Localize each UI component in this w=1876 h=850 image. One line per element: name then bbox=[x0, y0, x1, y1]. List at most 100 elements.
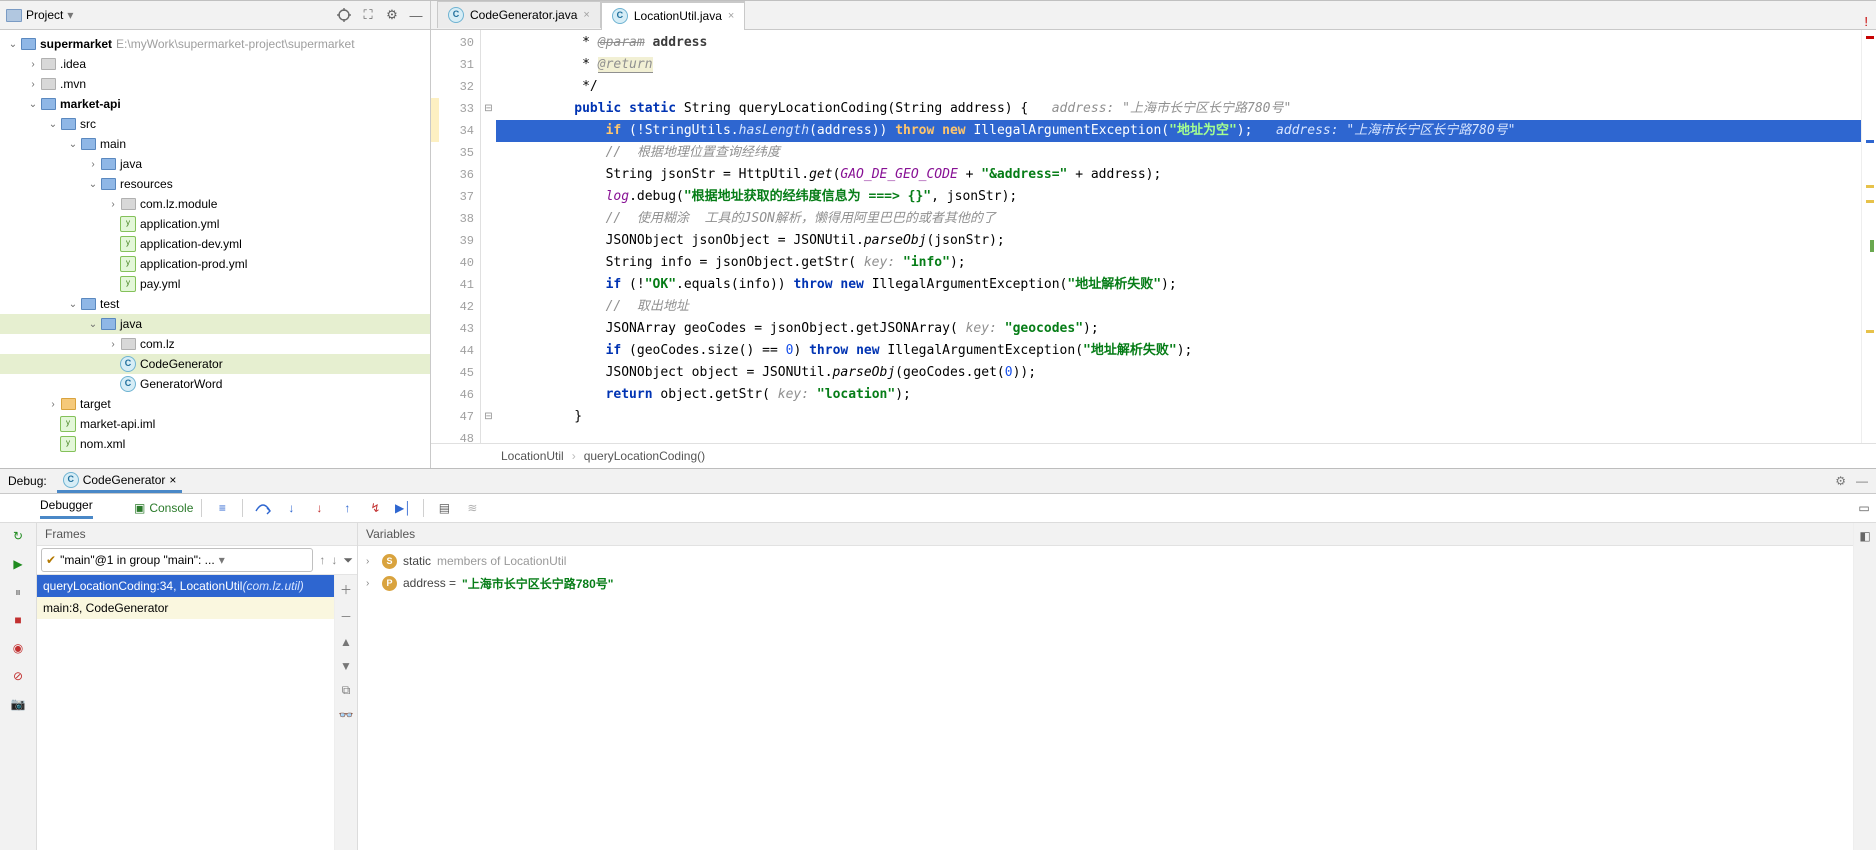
chevron-icon[interactable]: ⌄ bbox=[86, 319, 100, 330]
tree-node[interactable]: ypay.yml bbox=[0, 274, 430, 294]
copy-icon[interactable]: ⧉ bbox=[342, 683, 351, 698]
subtab-console[interactable]: ▣ Console bbox=[134, 501, 193, 515]
tree-node[interactable]: ⌄src bbox=[0, 114, 430, 134]
chevron-icon[interactable]: › bbox=[106, 339, 120, 350]
breadcrumb-item[interactable]: LocationUtil bbox=[501, 449, 564, 463]
fold-gutter[interactable]: ⊟⊟ bbox=[481, 30, 496, 443]
tree-node[interactable]: ›com.lz bbox=[0, 334, 430, 354]
variables-list[interactable]: ›Sstatic members of LocationUtil›Paddres… bbox=[358, 546, 1853, 850]
tree-node[interactable]: ⌄resources bbox=[0, 174, 430, 194]
project-dropdown[interactable]: Project ▾ bbox=[6, 8, 330, 22]
collapse-icon[interactable]: — bbox=[408, 7, 424, 23]
module-icon bbox=[21, 38, 36, 50]
thread-dropdown[interactable]: ✔ "main"@1 in group "main": ... ▾ bbox=[41, 548, 313, 572]
rerun-icon[interactable]: ↻ bbox=[9, 527, 27, 545]
tree-node[interactable]: CCodeGenerator bbox=[0, 354, 430, 374]
editor-tab[interactable]: CCodeGenerator.java× bbox=[437, 1, 601, 28]
resume-icon[interactable]: ▶ bbox=[9, 555, 27, 573]
chevron-right-icon[interactable]: › bbox=[366, 556, 376, 567]
editor-gutter[interactable]: 30313233343536373839404142434445464748 bbox=[431, 30, 481, 443]
tree-node[interactable]: ⌄main bbox=[0, 134, 430, 154]
restore-layout-icon[interactable]: ◧ bbox=[1859, 529, 1870, 543]
step-over-icon[interactable] bbox=[251, 496, 275, 520]
chevron-icon[interactable]: › bbox=[46, 399, 60, 410]
chevron-icon[interactable]: ⌄ bbox=[46, 119, 60, 130]
tree-node[interactable]: ›java bbox=[0, 154, 430, 174]
debug-config-tab[interactable]: C CodeGenerator × bbox=[57, 470, 183, 493]
frames-list[interactable]: queryLocationCoding:34, LocationUtil (co… bbox=[37, 575, 334, 850]
chevron-icon[interactable]: › bbox=[26, 59, 40, 70]
tree-node[interactable]: yapplication.yml bbox=[0, 214, 430, 234]
tree-node[interactable]: ⌄market-api bbox=[0, 94, 430, 114]
breadcrumb[interactable]: LocationUtil › queryLocationCoding() bbox=[431, 443, 1876, 468]
tree-node[interactable]: ›.mvn bbox=[0, 74, 430, 94]
filter-icon[interactable]: ⏷ bbox=[343, 553, 353, 568]
breadcrumb-item[interactable]: queryLocationCoding() bbox=[584, 449, 705, 463]
pause-icon[interactable]: ⏸ bbox=[9, 583, 27, 601]
error-indicator-icon[interactable]: ! bbox=[1864, 0, 1868, 29]
fold-icon[interactable]: ⊟ bbox=[484, 103, 492, 114]
error-stripe[interactable] bbox=[1861, 30, 1876, 443]
chevron-icon[interactable]: › bbox=[86, 159, 100, 170]
close-icon[interactable]: × bbox=[583, 9, 589, 21]
layout-icon[interactable]: ▭ bbox=[1852, 496, 1876, 520]
remove-icon[interactable]: － bbox=[340, 608, 352, 625]
tree-node[interactable]: yapplication-dev.yml bbox=[0, 234, 430, 254]
gear-icon[interactable]: ⚙ bbox=[1835, 474, 1846, 488]
fold-end-icon[interactable]: ⊟ bbox=[484, 411, 492, 422]
prev-frame-icon[interactable]: ↑ bbox=[319, 553, 325, 567]
tree-node[interactable]: ynom.xml bbox=[0, 434, 430, 454]
step-into-icon[interactable]: ↓ bbox=[279, 496, 303, 520]
tree-node[interactable]: ›.idea bbox=[0, 54, 430, 74]
node-label: test bbox=[100, 297, 119, 311]
tree-node[interactable]: CGeneratorWord bbox=[0, 374, 430, 394]
next-frame-icon[interactable]: ↓ bbox=[331, 553, 337, 567]
mute-bp-icon[interactable]: ⊘ bbox=[9, 667, 27, 685]
close-icon[interactable]: × bbox=[728, 10, 734, 22]
tree-node[interactable]: ›com.lz.module bbox=[0, 194, 430, 214]
stop-icon[interactable]: ■ bbox=[9, 611, 27, 629]
tree-node[interactable]: ⌄ test bbox=[0, 294, 430, 314]
tree-node[interactable]: ›target bbox=[0, 394, 430, 414]
step-out-icon[interactable]: ↑ bbox=[335, 496, 359, 520]
view-bp-icon[interactable]: ◉ bbox=[9, 639, 27, 657]
collapse-icon[interactable]: — bbox=[1856, 474, 1868, 488]
trace-icon[interactable]: ≋ bbox=[460, 496, 484, 520]
editor-tab[interactable]: CLocationUtil.java× bbox=[601, 1, 746, 29]
down-icon[interactable]: ▼ bbox=[340, 659, 352, 673]
tree-node[interactable]: ⌄java bbox=[0, 314, 430, 334]
chevron-right-icon[interactable]: › bbox=[366, 578, 376, 589]
variable-row[interactable]: ›Sstatic members of LocationUtil bbox=[366, 550, 1845, 572]
run-to-cursor-icon[interactable]: ▶│ bbox=[391, 496, 415, 520]
code-editor[interactable]: * @param address * @return */ public sta… bbox=[496, 30, 1861, 443]
variable-row[interactable]: ›Paddress = "上海市长宁区长宁路780号" bbox=[366, 572, 1845, 594]
tree-node[interactable]: ymarket-api.iml bbox=[0, 414, 430, 434]
frame-row[interactable]: queryLocationCoding:34, LocationUtil (co… bbox=[37, 575, 334, 597]
evaluate-icon[interactable]: ▤ bbox=[432, 496, 456, 520]
up-icon[interactable]: ▲ bbox=[340, 635, 352, 649]
gear-icon[interactable]: ⚙ bbox=[384, 7, 400, 23]
chevron-icon[interactable]: ⌄ bbox=[86, 179, 100, 190]
glasses-icon[interactable]: 👓 bbox=[339, 708, 354, 722]
current-line[interactable]: if (!StringUtils.hasLength(address)) thr… bbox=[496, 120, 1861, 142]
node-icon: y bbox=[120, 256, 136, 272]
drop-frame-icon[interactable]: ↯ bbox=[363, 496, 387, 520]
frame-row[interactable]: main:8, CodeGenerator bbox=[37, 597, 334, 619]
camera-icon[interactable]: 📷 bbox=[9, 695, 27, 713]
thread-select-icon[interactable]: ≡ bbox=[210, 496, 234, 520]
force-step-into-icon[interactable]: ↓ bbox=[307, 496, 331, 520]
chevron-icon[interactable]: ⌄ bbox=[66, 139, 80, 150]
chevron-icon[interactable]: › bbox=[106, 199, 120, 210]
expand-all-icon[interactable]: ⛶ bbox=[360, 7, 376, 23]
chevron-down-icon[interactable]: ⌄ bbox=[6, 39, 20, 50]
chevron-icon[interactable]: › bbox=[26, 79, 40, 90]
close-icon[interactable]: × bbox=[169, 473, 176, 487]
add-icon[interactable]: ＋ bbox=[340, 581, 352, 598]
chevron-icon[interactable]: ⌄ bbox=[26, 99, 40, 110]
project-tree[interactable]: ⌄ supermarket E:\myWork\supermarket-proj… bbox=[0, 30, 430, 468]
subtab-debugger[interactable]: Debugger bbox=[40, 498, 93, 519]
locate-icon[interactable] bbox=[336, 7, 352, 23]
chevron-icon[interactable]: ⌄ bbox=[66, 299, 80, 310]
tree-root[interactable]: ⌄ supermarket E:\myWork\supermarket-proj… bbox=[0, 34, 430, 54]
tree-node[interactable]: yapplication-prod.yml bbox=[0, 254, 430, 274]
